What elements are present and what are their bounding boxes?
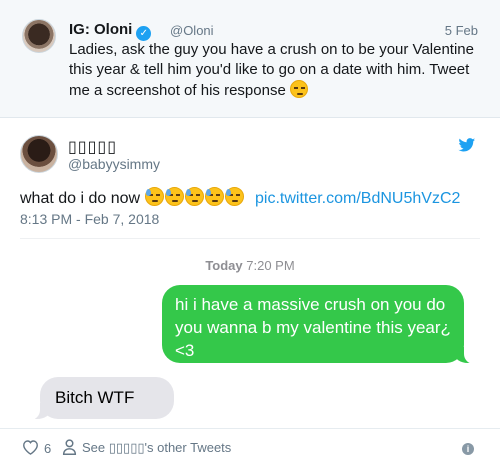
- outgoing-message-text: hi i have a massive crush on you do you …: [175, 295, 451, 360]
- message-day: Today: [205, 258, 243, 273]
- incoming-message-bubble: Bitch WTF: [28, 377, 174, 420]
- quoted-author[interactable]: IG: Oloni ✓: [69, 21, 152, 41]
- tweet-timestamp[interactable]: 8:13 PM - Feb 7, 2018: [20, 211, 159, 227]
- quoted-text: Ladies, ask the guy you have a crush on …: [69, 40, 479, 101]
- tweet-footer: 6 See ▯▯▯▯▯'s other Tweets i: [0, 428, 500, 468]
- quoted-avatar[interactable]: [22, 19, 56, 53]
- author-name[interactable]: ▯▯▯▯▯: [68, 137, 117, 157]
- verified-badge-icon: ✓: [136, 26, 152, 41]
- quoted-tweet[interactable]: IG: Oloni ✓ @Oloni 5 Feb Ladies, ask the …: [0, 0, 500, 118]
- incoming-message-text: Bitch WTF: [55, 388, 135, 407]
- author-avatar[interactable]: [20, 135, 58, 173]
- quoted-handle[interactable]: @Oloni: [170, 23, 214, 38]
- heart-icon[interactable]: [22, 439, 39, 455]
- info-icon[interactable]: i: [462, 443, 474, 455]
- other-tweets-link[interactable]: See ▯▯▯▯▯'s other Tweets: [82, 440, 231, 456]
- message-time: 7:20 PM: [246, 258, 295, 273]
- outgoing-message-bubble: hi i have a massive crush on you do you …: [162, 285, 476, 364]
- tweet-media-link[interactable]: pic.twitter.com/BdNU5hVzC2: [255, 190, 460, 207]
- person-icon: [62, 439, 77, 455]
- message-screenshot[interactable]: Today 7:20 PM hi i have a massive crush …: [20, 238, 480, 426]
- downcast-sweat-emoji-icon: [204, 187, 224, 206]
- quoted-date[interactable]: 5 Feb: [445, 23, 478, 38]
- downcast-sweat-emoji-icon: [184, 187, 204, 206]
- twitter-bird-icon[interactable]: [458, 138, 476, 152]
- like-count[interactable]: 6: [44, 441, 51, 456]
- downcast-sweat-emoji-icon: [164, 187, 184, 206]
- tweet-text-body: what do i do now: [20, 190, 141, 207]
- author-handle[interactable]: @babyysimmy: [68, 156, 160, 172]
- message-timestamp: Today 7:20 PM: [20, 258, 480, 273]
- quoted-author-name: IG: Oloni: [69, 21, 133, 38]
- smirk-emoji-icon: [289, 80, 308, 98]
- downcast-sweat-emoji-icon: [144, 187, 164, 206]
- downcast-sweat-emoji-icon: [224, 187, 244, 206]
- tweet-text: what do i do now pic.twitter.com/BdNU5hV…: [20, 187, 460, 209]
- quoted-text-body: Ladies, ask the guy you have a crush on …: [69, 41, 474, 99]
